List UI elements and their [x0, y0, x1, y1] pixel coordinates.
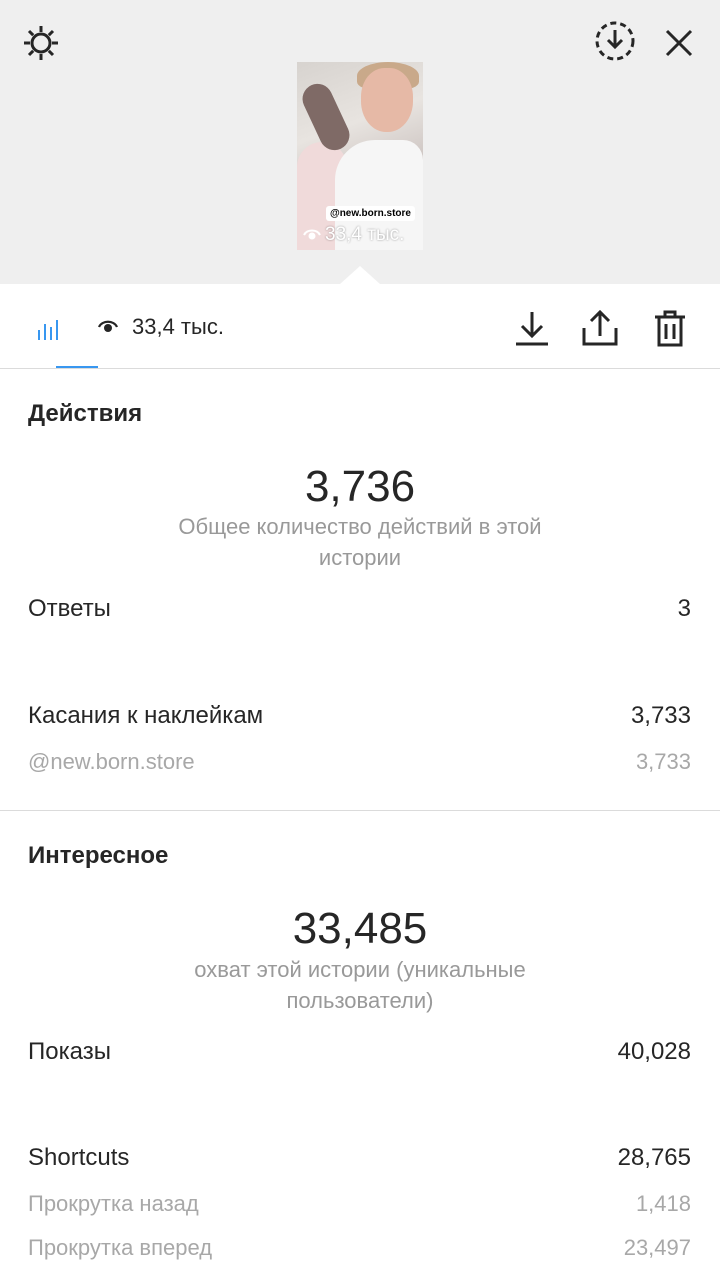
stat-value: 3 — [677, 595, 691, 622]
share-icon — [582, 309, 618, 346]
share-button[interactable] — [580, 308, 620, 348]
stat-label: Shortcuts — [28, 1144, 130, 1171]
download-button[interactable] — [512, 308, 552, 348]
stat-label: Касания к наклейкам — [28, 702, 264, 729]
stat-value: 28,765 — [617, 1144, 691, 1171]
stat-row-sticker-mention: @new.born.store 3,733 — [28, 749, 691, 775]
stat-row-sticker-taps: Касания к наклейкам 3,733 — [28, 702, 691, 730]
thumbnail-pointer — [340, 266, 380, 284]
stat-value: 23,497 — [623, 1235, 691, 1260]
reach-value: 33,485 — [292, 904, 428, 953]
insights-toolbar: 33,4 тыс. — [0, 284, 720, 369]
settings-button[interactable] — [20, 22, 62, 64]
delete-button[interactable] — [650, 308, 690, 348]
stat-label: Прокрутка вперед — [28, 1235, 213, 1260]
stat-value: 3,733 — [635, 749, 691, 774]
eye-icon — [303, 229, 321, 240]
stat-label: Ответы — [28, 595, 111, 622]
viewers-count: 33,4 тыс. — [132, 314, 224, 339]
eye-icon — [98, 320, 118, 332]
thumbnail-face — [361, 68, 413, 132]
total-actions-value: 3,736 — [304, 462, 416, 511]
stat-row-shortcuts: Shortcuts 28,765 — [28, 1144, 691, 1172]
stat-row-forward: Прокрутка вперед 23,497 — [28, 1235, 691, 1261]
stat-row-replies: Ответы 3 — [28, 595, 691, 623]
gear-icon — [24, 26, 58, 60]
stat-row-back: Прокрутка назад 1,418 — [28, 1191, 691, 1217]
stat-value: 3,733 — [630, 702, 691, 729]
reach-caption: охват этой истории (уникальные пользоват… — [194, 957, 526, 1013]
download-icon — [516, 312, 548, 346]
thumbnail-views: 33,4 тыс. — [303, 224, 404, 246]
stat-row-impressions: Показы 40,028 — [28, 1038, 691, 1066]
active-tab-indicator — [56, 366, 98, 368]
trash-icon — [655, 310, 685, 347]
total-actions-caption: Общее количество действий в этой истории — [178, 514, 542, 570]
close-button[interactable] — [658, 22, 700, 64]
story-header: @new.born.store 33,4 тыс. — [0, 0, 720, 284]
stat-label: Прокрутка назад — [28, 1191, 199, 1216]
section-title-discovery: Интересное — [28, 842, 169, 869]
thumbnail-arm — [297, 78, 355, 156]
stat-value: 1,418 — [635, 1191, 691, 1216]
stat-label: Показы — [28, 1038, 111, 1065]
tab-insights[interactable] — [28, 312, 98, 368]
tab-viewers[interactable]: 33,4 тыс. — [98, 314, 224, 340]
section-divider — [0, 810, 720, 811]
save-story-button[interactable] — [592, 18, 638, 64]
story-thumbnail[interactable]: @new.born.store 33,4 тыс. — [297, 62, 423, 250]
section-title-actions: Действия — [28, 400, 143, 427]
mention-sticker: @new.born.store — [325, 206, 415, 221]
download-circle-icon — [595, 21, 635, 61]
stat-label: @new.born.store — [28, 749, 195, 774]
thumbnail-views-count: 33,4 тыс. — [325, 224, 405, 245]
bar-chart-icon — [38, 320, 58, 340]
stat-value: 40,028 — [617, 1038, 691, 1065]
close-icon — [665, 29, 693, 57]
